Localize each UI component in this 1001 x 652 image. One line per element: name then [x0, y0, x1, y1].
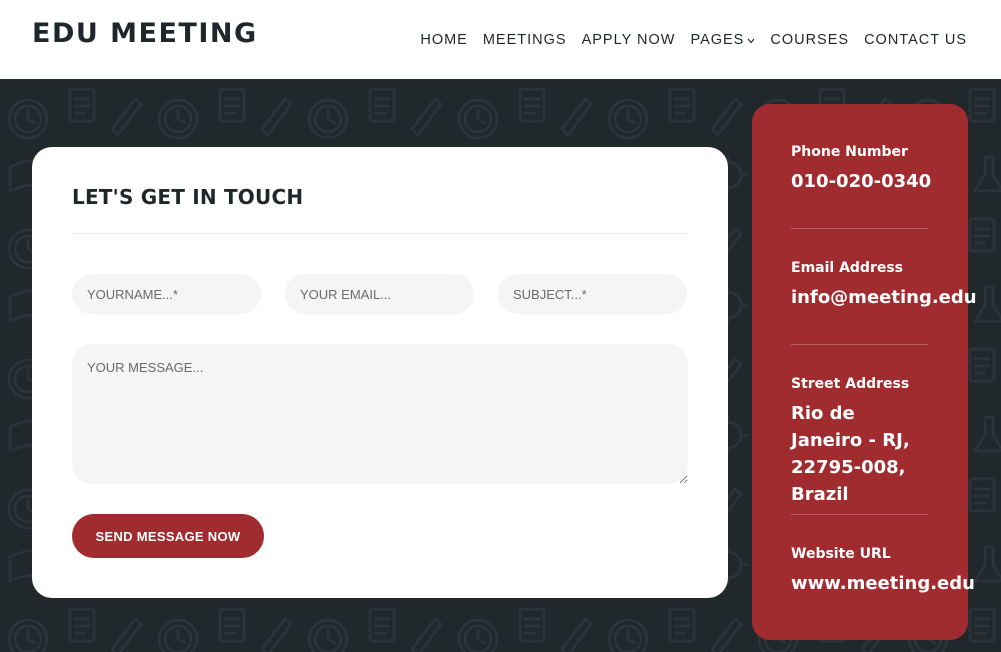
website-block: Website URL www.meeting.edu	[791, 546, 975, 597]
email-block: Email Address info@meeting.edu	[791, 260, 977, 311]
message-textarea[interactable]	[72, 344, 688, 484]
info-divider	[791, 228, 928, 229]
nav-pages-label: PAGES	[690, 31, 745, 48]
phone-block: Phone Number 010-020-0340	[791, 144, 931, 195]
phone-label: Phone Number	[791, 144, 908, 160]
subject-input[interactable]	[498, 274, 687, 314]
nav-meetings[interactable]: MEETINGS	[483, 31, 567, 48]
info-divider	[791, 514, 928, 515]
address-block: Street Address Rio de Janeiro - RJ, 2279…	[791, 376, 931, 508]
site-logo[interactable]: EDU MEETING	[32, 18, 258, 49]
contact-form-card: LET'S GET IN TOUCH SEND MESSAGE NOW	[32, 147, 728, 598]
email-label: Email Address	[791, 260, 904, 276]
contact-info-card: Phone Number 010-020-0340 Email Address …	[752, 104, 977, 640]
email-value[interactable]: info@meeting.edu	[791, 284, 977, 311]
website-label: Website URL	[791, 546, 891, 562]
phone-value[interactable]: 010-020-0340	[791, 168, 931, 195]
address-value: Rio de Janeiro - RJ, 22795-008, Brazil	[791, 403, 910, 505]
nav-courses[interactable]: COURSES	[770, 31, 849, 48]
address-label: Street Address	[791, 376, 910, 392]
main-nav: HOME MEETINGS APPLY NOW PAGES COURSES CO…	[420, 31, 967, 48]
send-message-button[interactable]: SEND MESSAGE NOW	[72, 514, 264, 558]
email-input[interactable]	[285, 274, 474, 314]
info-divider	[791, 344, 928, 345]
nav-apply-now[interactable]: APPLY NOW	[582, 31, 676, 48]
contact-section: LET'S GET IN TOUCH SEND MESSAGE NOW Phon…	[0, 79, 1001, 652]
nav-contact-us[interactable]: CONTACT US	[864, 31, 967, 48]
chevron-down-icon	[747, 32, 755, 48]
form-title: LET'S GET IN TOUCH	[72, 185, 304, 209]
site-header: EDU MEETING HOME MEETINGS APPLY NOW PAGE…	[0, 0, 1001, 79]
nav-home[interactable]: HOME	[420, 31, 468, 48]
nav-pages[interactable]: PAGES	[690, 31, 755, 48]
name-input[interactable]	[72, 274, 261, 314]
website-value[interactable]: www.meeting.edu	[791, 570, 975, 597]
form-divider	[72, 233, 688, 234]
